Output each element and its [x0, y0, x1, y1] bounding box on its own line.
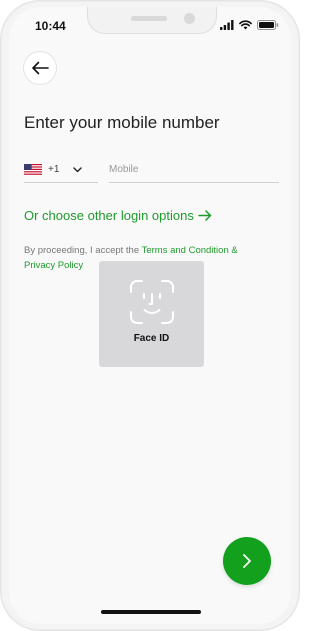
notch — [87, 7, 217, 34]
arrow-left-icon — [32, 61, 49, 75]
next-button[interactable] — [223, 537, 271, 585]
other-login-options-link[interactable]: Or choose other login options — [24, 208, 212, 223]
signal-icon — [220, 20, 234, 30]
status-time: 10:44 — [35, 19, 66, 33]
country-code-select[interactable]: +1 — [24, 157, 98, 183]
wifi-icon — [239, 20, 252, 30]
back-button[interactable] — [23, 51, 57, 85]
screen: 10:44 Enter your mobile number +1 Mobile… — [9, 7, 291, 624]
dial-code: +1 — [48, 164, 60, 175]
phone-frame: 10:44 Enter your mobile number +1 Mobile… — [0, 0, 300, 631]
home-indicator[interactable] — [101, 610, 201, 614]
other-login-options-label: Or choose other login options — [24, 208, 194, 223]
arrow-right-icon — [198, 210, 212, 221]
front-camera — [184, 13, 195, 24]
face-id-icon — [129, 280, 174, 324]
terms-link[interactable]: Terms and Condition — [142, 245, 229, 256]
status-icons — [220, 20, 279, 30]
chevron-right-icon — [243, 554, 251, 568]
mobile-input[interactable] — [109, 157, 279, 183]
face-id-prompt[interactable]: Face ID — [99, 261, 204, 367]
privacy-policy-link[interactable]: Privacy Policy — [24, 260, 83, 271]
chevron-down-icon — [73, 166, 83, 172]
terms-joiner: & — [228, 245, 238, 256]
terms-prefix: By proceeding, I accept the — [24, 245, 142, 256]
battery-icon — [257, 20, 279, 30]
speaker — [131, 16, 167, 21]
page-title: Enter your mobile number — [24, 113, 220, 132]
face-id-label: Face ID — [133, 333, 170, 344]
us-flag-icon — [24, 163, 42, 176]
